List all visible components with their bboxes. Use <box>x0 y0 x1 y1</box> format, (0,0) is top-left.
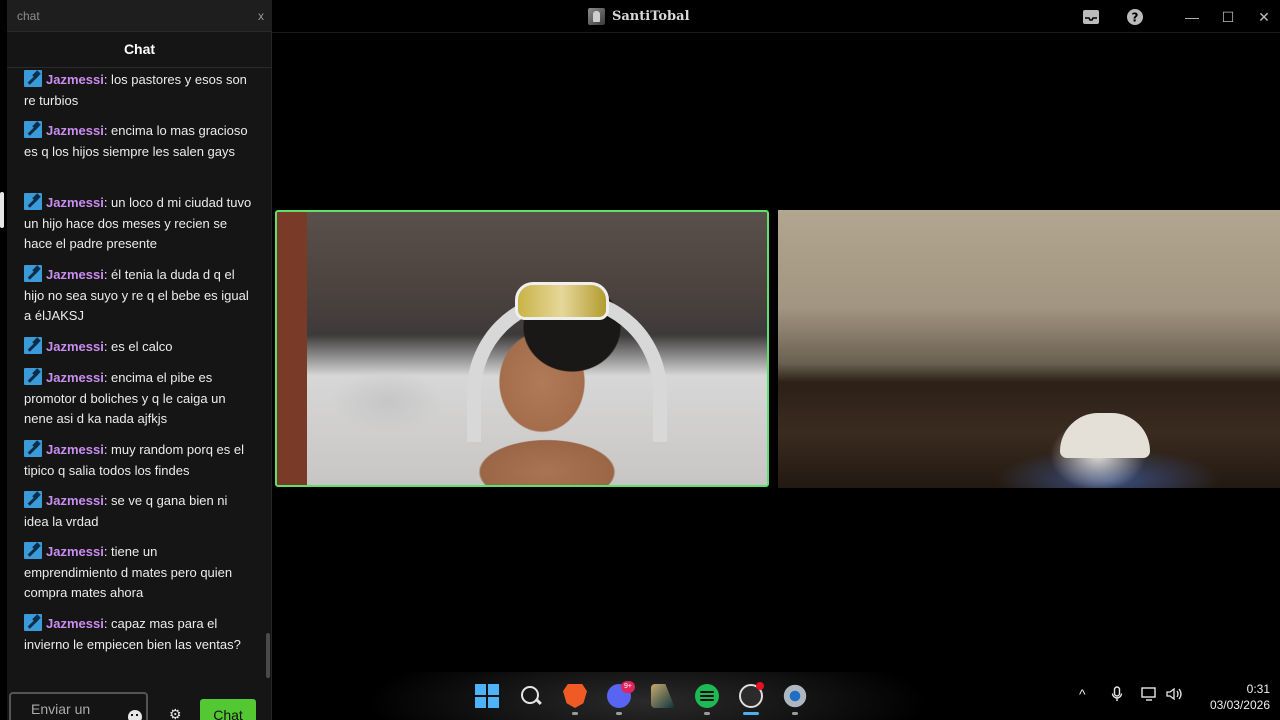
moderator-badge-icon <box>24 121 42 138</box>
chat-message: Jazmessi: capaz mas para el invierno le … <box>24 614 252 655</box>
chat-username[interactable]: Jazmessi <box>46 195 104 210</box>
video-feed-secondary[interactable] <box>778 210 1280 488</box>
running-indicator <box>572 712 578 715</box>
chat-username[interactable]: Jazmessi <box>46 493 104 508</box>
clock-time: 0:31 <box>1246 682 1270 696</box>
chat-username[interactable]: Jazmessi <box>46 123 104 138</box>
moderator-badge-icon <box>24 542 42 559</box>
chat-search-text: chat <box>17 9 40 23</box>
moderator-badge-icon <box>24 614 42 631</box>
chat-scrollbar[interactable] <box>266 633 270 678</box>
minimize-button[interactable]: — <box>1180 5 1204 29</box>
side-indicator <box>0 192 4 228</box>
moderator-badge-icon <box>24 440 42 457</box>
moderator-badge-icon <box>24 265 42 282</box>
running-indicator <box>616 712 622 715</box>
chat-message: Jazmessi: él tenia la duda d q el hijo n… <box>24 265 252 327</box>
windows-start-icon[interactable] <box>475 684 499 708</box>
inbox-icon[interactable] <box>1079 5 1103 29</box>
chat-username[interactable]: Jazmessi <box>46 72 104 87</box>
moderator-badge-icon <box>24 193 42 210</box>
chat-username[interactable]: Jazmessi <box>46 442 104 457</box>
moderator-badge-icon <box>24 491 42 508</box>
avatar-icon <box>588 7 605 25</box>
chat-header: Chat <box>7 33 272 68</box>
taskbar-background <box>370 672 925 720</box>
network-icon[interactable] <box>1141 686 1158 705</box>
moderator-badge-icon <box>24 368 42 385</box>
spotify-icon[interactable] <box>695 684 719 708</box>
settings-icon[interactable] <box>783 684 807 708</box>
running-indicator <box>792 712 798 715</box>
taskbar-clock[interactable]: 0:31 03/03/2026 <box>1195 681 1270 713</box>
help-icon[interactable]: ? <box>1123 5 1147 29</box>
chat-username[interactable]: Jazmessi <box>46 616 104 631</box>
video-feed-active[interactable] <box>275 210 769 487</box>
running-indicator-active <box>743 712 759 715</box>
clock-date: 03/03/2026 <box>1209 698 1270 712</box>
chat-message: Jazmessi: es el calco <box>24 337 252 358</box>
chat-message: Jazmessi: tiene un emprendimiento d mate… <box>24 542 252 604</box>
chat-search-bar[interactable]: chat x <box>7 0 272 32</box>
maximize-button[interactable]: ☐ <box>1216 5 1240 29</box>
discord-notification-badge: 9+ <box>621 681 635 693</box>
chat-message: Jazmessi: encima lo mas gracioso es q lo… <box>24 121 252 162</box>
chat-username[interactable]: Jazmessi <box>46 370 104 385</box>
moderator-badge-icon <box>24 70 42 87</box>
emoji-icon[interactable] <box>128 710 142 720</box>
close-button[interactable]: ✕ <box>1252 5 1276 29</box>
microphone-icon[interactable] <box>1111 686 1123 705</box>
chat-message-text: : es el calco <box>103 339 173 354</box>
volume-icon[interactable] <box>1165 686 1183 705</box>
chat-message: Jazmessi: los pastores y esos son re tur… <box>24 70 252 111</box>
window-title: SantiTobal <box>588 7 690 25</box>
chat-message: Jazmessi: se ve q gana bien ni idea la v… <box>24 491 252 532</box>
video-subject-goggles <box>515 282 609 320</box>
chat-message: Jazmessi: encima el pibe es promotor d b… <box>24 368 252 430</box>
moderator-badge-icon <box>24 337 42 354</box>
chat-username[interactable]: Jazmessi <box>46 544 104 559</box>
chat-panel: chat x Chat Jazmessi: los pastores y eso… <box>7 0 272 720</box>
video-subject-hat <box>1060 413 1150 458</box>
chevron-up-icon[interactable]: ^ <box>1079 686 1086 702</box>
chat-message: Jazmessi: muy random porq es el tipico q… <box>24 440 252 481</box>
chat-send-button[interactable]: Chat <box>200 699 256 720</box>
obs-recording-indicator <box>756 682 764 690</box>
chat-input-placeholder: Enviar un <box>31 701 91 717</box>
chat-search-close-button[interactable]: x <box>258 9 264 23</box>
running-indicator <box>704 712 710 715</box>
window-title-text: SantiTobal <box>612 8 690 24</box>
chat-username[interactable]: Jazmessi <box>46 267 104 282</box>
chat-username[interactable]: Jazmessi <box>46 339 104 354</box>
svg-text:?: ? <box>1132 11 1139 25</box>
chat-message: Jazmessi: un loco d mi ciudad tuvo un hi… <box>24 193 252 255</box>
chat-message-list[interactable]: Jazmessi: los pastores y esos son re tur… <box>7 68 272 680</box>
chat-settings-gear-icon[interactable]: ⚙ <box>169 706 182 720</box>
chat-input[interactable]: Enviar un <box>9 692 148 720</box>
search-icon[interactable] <box>519 684 543 708</box>
